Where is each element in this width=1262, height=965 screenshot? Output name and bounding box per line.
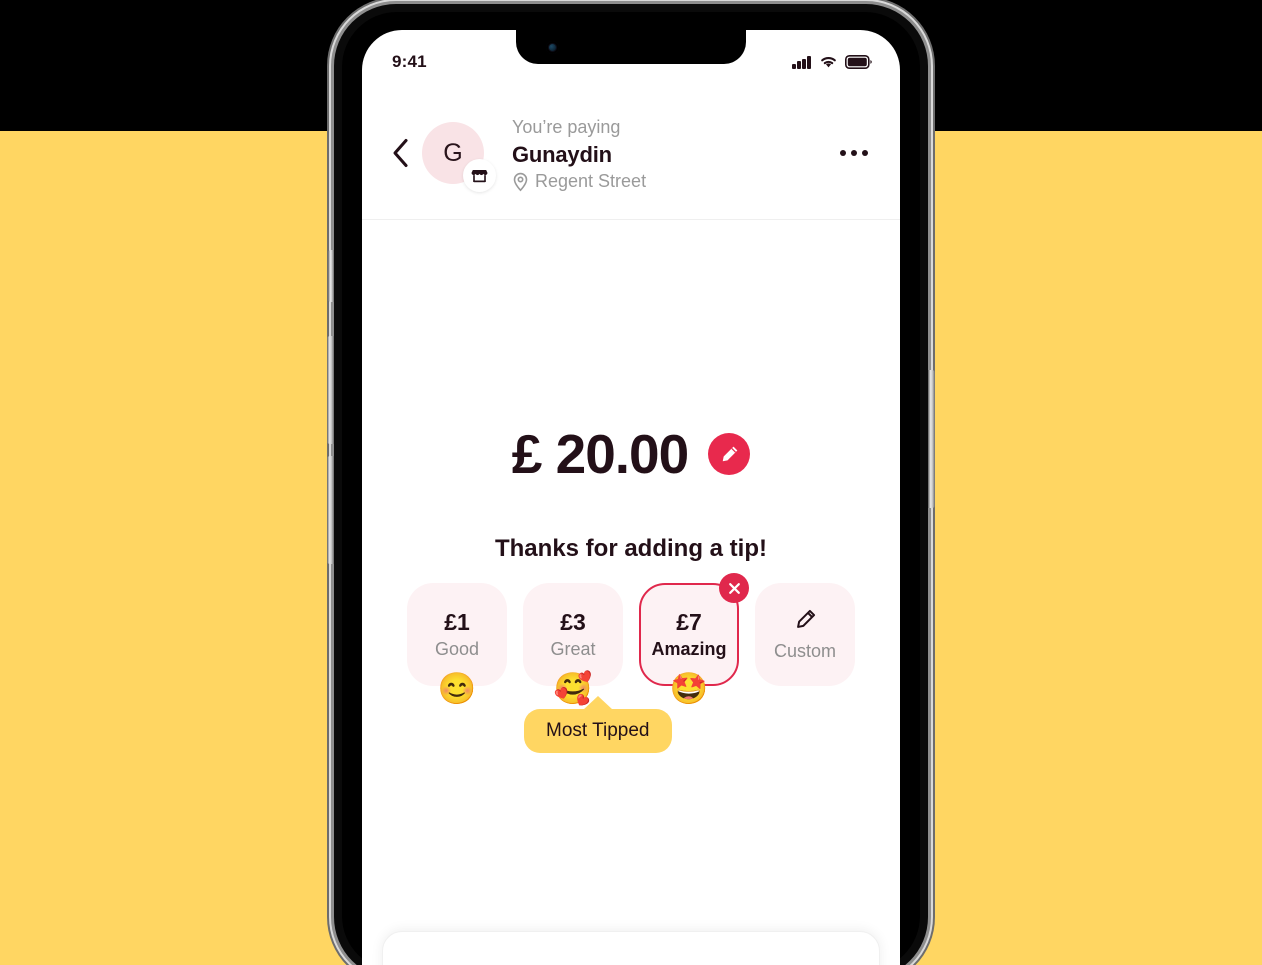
more-menu-button[interactable] [830, 140, 878, 166]
tip-amount: £7 [676, 609, 702, 636]
store-icon [463, 159, 496, 192]
avatar-initial: G [443, 138, 463, 167]
back-button[interactable] [380, 133, 420, 173]
app-header: G You’re paying Gunaydin Regent Street [362, 88, 900, 218]
map-pin-icon [513, 172, 528, 192]
volume-up-button[interactable] [327, 336, 334, 444]
tip-option-amazing[interactable]: £7 Amazing 🤩 [639, 573, 749, 704]
header-divider [362, 219, 900, 220]
tip-options-row: £1 Good 😊 £3 Great 🥰 £7 Amazing 🤩 Custom [362, 573, 900, 704]
smiling-face-emoji: 😊 [437, 671, 477, 706]
tip-option-custom[interactable]: Custom [755, 583, 855, 686]
silent-switch-button[interactable] [328, 250, 334, 302]
ellipsis-icon [840, 150, 846, 156]
front-camera-icon [546, 41, 559, 54]
merchant-location-row: Regent Street [512, 171, 830, 192]
tip-label: Amazing [651, 638, 727, 659]
tip-option-great[interactable]: £3 Great 🥰 [523, 583, 623, 704]
tip-amount: £3 [560, 609, 586, 636]
tip-amount: £1 [444, 609, 470, 636]
wifi-icon [819, 55, 838, 69]
phone-device-frame: 9:41 G You’re paying Gunaydin Regent Str… [327, 4, 935, 965]
phone-screen: 9:41 G You’re paying Gunaydin Regent Str… [362, 30, 900, 965]
power-button[interactable] [928, 370, 935, 508]
merchant-name: Gunaydin [512, 141, 612, 167]
close-x-icon [728, 582, 740, 594]
tip-label: Custom [773, 640, 836, 661]
ellipsis-icon [862, 150, 868, 156]
ellipsis-icon [851, 150, 857, 156]
amount-row: £ 20.00 [362, 422, 900, 486]
clear-tip-button[interactable] [719, 573, 749, 603]
tip-label: Great [550, 638, 596, 659]
pencil-icon [794, 608, 817, 636]
most-tipped-tooltip: Most Tipped [524, 709, 672, 753]
select-account-card[interactable]: Select account to pay with [382, 931, 880, 965]
battery-full-icon [845, 55, 872, 69]
tip-label: Good [434, 638, 480, 659]
status-bar-icons [792, 55, 872, 69]
signal-bars-icon [792, 55, 812, 69]
pencil-icon [722, 446, 738, 461]
tip-headline: Thanks for adding a tip! [494, 535, 767, 562]
payment-amount: £ 20.00 [511, 423, 690, 485]
merchant-location: Regent Street [535, 171, 647, 192]
edit-amount-button[interactable] [708, 433, 751, 475]
merchant-avatar-wrap[interactable]: G [422, 122, 496, 192]
header-texts: You’re paying Gunaydin Regent Street [512, 114, 830, 193]
phone-notch [516, 30, 746, 64]
paying-label: You’re paying [512, 116, 621, 137]
tip-option-good[interactable]: £1 Good 😊 [407, 583, 507, 704]
status-bar-time: 9:41 [392, 52, 427, 71]
star-struck-emoji: 🤩 [669, 671, 709, 706]
volume-down-button[interactable] [327, 456, 334, 564]
chevron-left-icon [392, 138, 408, 168]
